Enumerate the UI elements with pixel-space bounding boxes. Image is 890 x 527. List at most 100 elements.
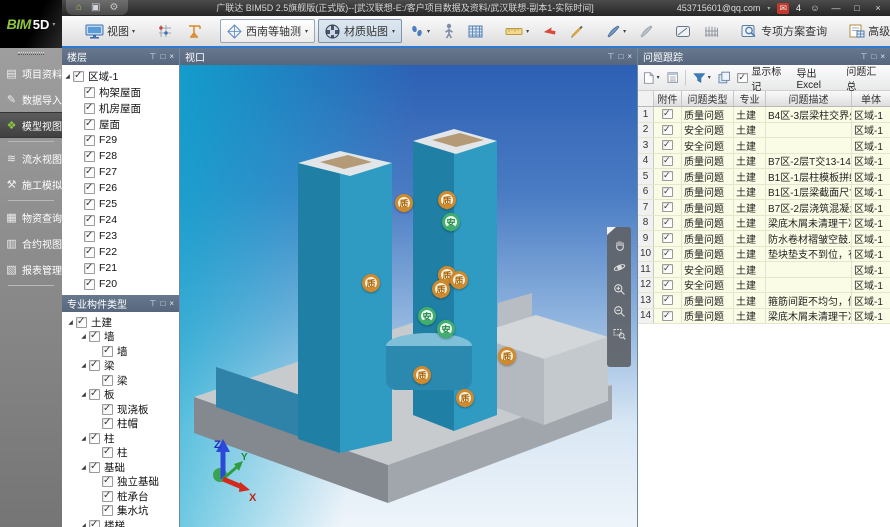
issue-row[interactable]: 11安全问题土建区域-1 bbox=[638, 262, 890, 278]
quality-issue-pin[interactable]: 质 bbox=[450, 271, 468, 289]
walkthrough-button[interactable]: ▾ bbox=[405, 21, 435, 41]
checkbox-icon[interactable] bbox=[89, 389, 100, 400]
checkbox-icon[interactable] bbox=[84, 119, 95, 130]
checkbox-icon[interactable] bbox=[89, 520, 100, 527]
issue-row[interactable]: 2安全问题土建区域-1 bbox=[638, 123, 890, 139]
filter-funnel-icon[interactable] bbox=[693, 72, 706, 84]
checkbox-icon[interactable] bbox=[89, 360, 100, 371]
expander-icon[interactable]: ◢ bbox=[78, 522, 89, 527]
tree-row-type[interactable]: ◢梁 bbox=[62, 359, 179, 374]
checkbox-icon[interactable] bbox=[102, 404, 113, 415]
show-marks-checkbox[interactable]: 显示标记 bbox=[737, 63, 789, 93]
building-view-button[interactable] bbox=[463, 21, 488, 41]
issue-row[interactable]: 3安全问题土建区域-1 bbox=[638, 138, 890, 154]
new-issue-caret-icon[interactable]: ▾ bbox=[657, 74, 660, 81]
grid-fence-button[interactable] bbox=[699, 22, 724, 41]
tree-row-type[interactable]: ◢柱 bbox=[62, 431, 179, 446]
save-icon[interactable]: ▣ bbox=[91, 0, 100, 15]
expander-icon[interactable]: ◢ bbox=[78, 333, 89, 340]
checkbox-icon[interactable] bbox=[662, 156, 673, 166]
crane-button[interactable] bbox=[181, 20, 208, 42]
tree-row-floor[interactable]: F26 bbox=[62, 180, 179, 196]
issue-row[interactable]: 5质量问题土建B1区-1层柱模板拼缝不...区域-1 bbox=[638, 169, 890, 185]
mark-button[interactable] bbox=[537, 22, 562, 40]
checkbox-icon[interactable] bbox=[662, 280, 673, 290]
quality-issue-pin[interactable]: 质 bbox=[456, 389, 474, 407]
close-button[interactable]: × bbox=[871, 3, 885, 13]
tree-row-type[interactable]: 墙 bbox=[62, 344, 179, 359]
sidebar-item-construction-sim[interactable]: ⚒施工模拟 bbox=[0, 171, 62, 197]
tree-row-type[interactable]: ◢楼梯 bbox=[62, 518, 179, 527]
tree-row-floor[interactable]: F29 bbox=[62, 132, 179, 148]
minimize-button[interactable]: — bbox=[829, 3, 843, 13]
gear-icon[interactable]: ⚙ bbox=[110, 0, 119, 15]
issue-summary-button[interactable]: 问题汇总 bbox=[846, 63, 885, 93]
tree-row-floor[interactable]: F28 bbox=[62, 148, 179, 164]
col-description[interactable]: 问题描述 bbox=[766, 91, 852, 106]
expander-icon[interactable]: ◢ bbox=[78, 435, 89, 442]
pin-icon[interactable]: ⊤ bbox=[150, 52, 157, 61]
expander-icon[interactable]: ◢ bbox=[78, 391, 89, 398]
checkbox-icon[interactable] bbox=[84, 87, 95, 98]
checkbox-icon[interactable] bbox=[89, 331, 100, 342]
safety-issue-pin[interactable]: 安 bbox=[437, 320, 455, 338]
new-issue-icon[interactable] bbox=[643, 71, 655, 85]
special-plan-query-button[interactable]: 专项方案查询 bbox=[736, 20, 832, 42]
issue-row[interactable]: 13质量问题土建箍筋间距不均匀，倾斜区域-1 bbox=[638, 293, 890, 309]
maximize-icon[interactable]: □ bbox=[160, 299, 165, 308]
checkbox-icon[interactable] bbox=[84, 263, 95, 274]
tree-row-floor[interactable]: 机房屋面 bbox=[62, 100, 179, 116]
checkbox-icon[interactable] bbox=[662, 187, 673, 197]
col-attachment[interactable]: 附件 bbox=[654, 91, 682, 106]
account-email[interactable]: 453715601@qq.com bbox=[677, 3, 761, 13]
checkbox-icon[interactable] bbox=[662, 140, 673, 150]
checkbox-icon[interactable] bbox=[89, 462, 100, 473]
checkbox-icon[interactable] bbox=[84, 135, 95, 146]
pin-icon[interactable]: ⊤ bbox=[608, 52, 615, 61]
expander-icon[interactable]: ◢ bbox=[62, 73, 73, 80]
tree-row-floor[interactable]: F22 bbox=[62, 244, 179, 260]
col-major[interactable]: 专业 bbox=[734, 91, 766, 106]
maximize-icon[interactable]: □ bbox=[160, 52, 165, 61]
zoom-window-icon[interactable] bbox=[613, 327, 626, 340]
tree-row-floor[interactable]: F21 bbox=[62, 260, 179, 276]
checkbox-icon[interactable] bbox=[662, 295, 673, 305]
checkbox-icon[interactable] bbox=[662, 109, 673, 119]
feedback-icon[interactable]: ☺ bbox=[808, 3, 822, 13]
tree-row-floor[interactable]: F24 bbox=[62, 212, 179, 228]
maximize-icon[interactable]: □ bbox=[618, 52, 623, 61]
issue-row[interactable]: 10质量问题土建垫块垫支不到位，有些...区域-1 bbox=[638, 247, 890, 263]
checkbox-icon[interactable] bbox=[662, 218, 673, 228]
issue-row[interactable]: 7质量问题土建B7区-2层浇筑混凝土时...区域-1 bbox=[638, 200, 890, 216]
tree-row-type[interactable]: 桩承台 bbox=[62, 489, 179, 504]
close-icon[interactable]: × bbox=[169, 299, 174, 308]
col-issue-type[interactable]: 问题类型 bbox=[682, 91, 734, 106]
checkbox-icon[interactable] bbox=[662, 202, 673, 212]
tree-row-floor[interactable]: 屋面 bbox=[62, 116, 179, 132]
issue-row[interactable]: 1质量问题土建B4区-3层梁柱交界处胀...区域-1 bbox=[638, 107, 890, 123]
quality-issue-pin[interactable]: 质 bbox=[438, 191, 456, 209]
tree-row-type[interactable]: 现浇板 bbox=[62, 402, 179, 417]
checkbox-icon[interactable] bbox=[662, 264, 673, 274]
tree-row-type[interactable]: ◢墙 bbox=[62, 330, 179, 345]
issue-row[interactable]: 9质量问题土建防水卷材褶皱空鼓.区域-1 bbox=[638, 231, 890, 247]
view-cube-dropdown[interactable]: 西南等轴测 ▾ bbox=[220, 19, 315, 43]
maximize-button[interactable]: □ bbox=[850, 3, 864, 13]
maximize-icon[interactable]: □ bbox=[871, 52, 876, 61]
section-button[interactable] bbox=[670, 22, 696, 41]
checkbox-icon[interactable] bbox=[102, 447, 113, 458]
tree-row-type[interactable]: ◢基础 bbox=[62, 460, 179, 475]
checkbox-icon[interactable] bbox=[102, 346, 113, 357]
issue-row[interactable]: 12安全问题土建区域-1 bbox=[638, 278, 890, 294]
tree-row-floor[interactable]: F20 bbox=[62, 276, 179, 292]
sidebar-grip[interactable] bbox=[18, 52, 44, 55]
checkbox-icon[interactable] bbox=[662, 171, 673, 181]
pin-icon[interactable]: ⊤ bbox=[861, 52, 868, 61]
mail-icon[interactable]: ✉ bbox=[777, 3, 789, 14]
checkbox-icon[interactable] bbox=[102, 505, 113, 516]
expander-icon[interactable]: ◢ bbox=[65, 319, 76, 326]
tree-row-floor[interactable]: F23 bbox=[62, 228, 179, 244]
tree-row-floor[interactable]: 构架屋面 bbox=[62, 84, 179, 100]
view-button[interactable]: 视图 ▾ bbox=[80, 20, 140, 42]
tree-row-floor[interactable]: F27 bbox=[62, 164, 179, 180]
